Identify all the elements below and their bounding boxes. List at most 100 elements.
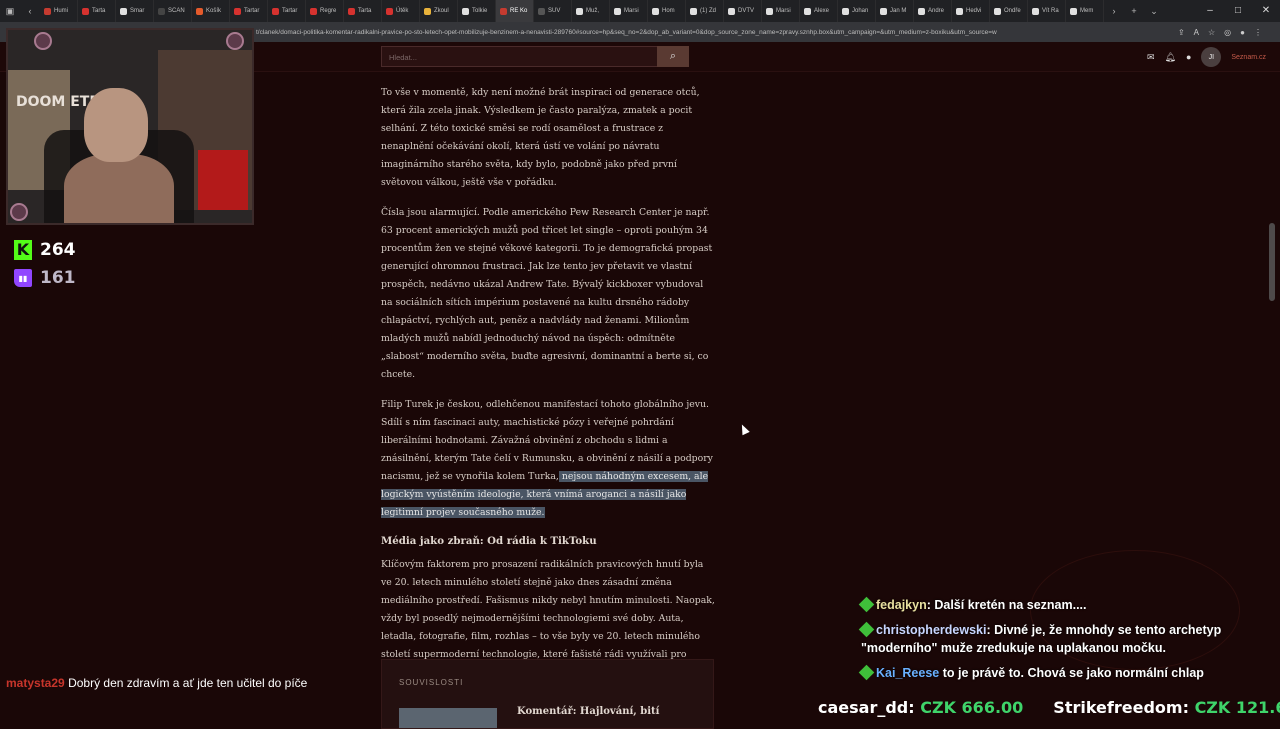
- browser-tab[interactable]: Andre: [914, 0, 952, 22]
- donor-name: caesar_dd:: [818, 698, 915, 717]
- related-thumbnail[interactable]: [399, 708, 497, 728]
- tab-label: Jan M: [890, 8, 907, 14]
- chat-text: Další kretén na seznam....: [934, 598, 1087, 612]
- browser-tab[interactable]: SCAN: [154, 0, 192, 22]
- browser-tab[interactable]: (1) Zd: [686, 0, 724, 22]
- webcam-overlay: DOOM ETERNAL: [6, 28, 254, 225]
- browser-tab[interactable]: Tarta: [78, 0, 116, 22]
- tab-favicon-icon: [576, 7, 583, 15]
- browser-tab[interactable]: Humi: [40, 0, 78, 22]
- browser-tab[interactable]: Marsi: [610, 0, 648, 22]
- search-icon: ⌕: [669, 50, 677, 62]
- tab-favicon-icon: [614, 7, 621, 15]
- share-icon[interactable]: ⇪: [1178, 28, 1185, 37]
- chat-username: fedajkyn: [876, 598, 927, 612]
- search-input[interactable]: Hledat...: [381, 46, 658, 67]
- tab-label: Smar: [130, 8, 145, 14]
- chat-message: fedajkyn: Další kretén na seznam....: [858, 596, 1276, 614]
- browser-tab[interactable]: SUV: [534, 0, 572, 22]
- tab-actions-icon[interactable]: ▣: [0, 6, 20, 17]
- tab-scroll-right-icon[interactable]: ›: [1104, 6, 1124, 16]
- browser-tab[interactable]: Jan M: [876, 0, 914, 22]
- article-paragraph: Filip Turek je českou, odlehčenou manife…: [381, 396, 717, 522]
- browser-tab[interactable]: Johan: [838, 0, 876, 22]
- section-heading: Média jako zbraň: Od rádia k TikToku: [381, 535, 597, 547]
- red-figure-image: [198, 150, 248, 210]
- browser-tab[interactable]: Hom: [648, 0, 686, 22]
- page-scrollbar[interactable]: [1269, 223, 1275, 301]
- chat-message: christopherdewski: Divné je, že mnohdy s…: [858, 621, 1276, 657]
- tab-label: Hedvi: [966, 8, 982, 14]
- bookmark-star-icon[interactable]: ☆: [1208, 28, 1215, 37]
- paragraph-text: Filip Turek je českou, odlehčenou manife…: [381, 399, 713, 482]
- donation-amount: CZK 121.61: [1194, 698, 1280, 717]
- browser-tab[interactable]: Tarta: [344, 0, 382, 22]
- tab-favicon-icon: [424, 7, 431, 15]
- tab-favicon-icon: [690, 7, 697, 15]
- browser-tab[interactable]: Vít Ra: [1028, 0, 1066, 22]
- browser-tab[interactable]: Muž,: [572, 0, 610, 22]
- extension-icon[interactable]: ◎: [1224, 28, 1231, 37]
- search-button[interactable]: ⌕: [657, 46, 689, 67]
- tab-label: (1) Zd: [700, 8, 717, 14]
- browser-tab[interactable]: DVTV: [724, 0, 762, 22]
- menu-kebab-icon[interactable]: ⋮: [1254, 28, 1262, 37]
- brand-link[interactable]: Seznam.cz: [1231, 54, 1266, 61]
- browser-tab[interactable]: Tartar: [268, 0, 306, 22]
- tab-favicon-icon: [804, 7, 811, 15]
- tab-label: Vít Ra: [1042, 8, 1059, 14]
- streamer-head: [84, 88, 148, 162]
- tab-favicon-icon: [766, 7, 773, 15]
- tab-favicon-icon: [120, 7, 127, 15]
- new-tab-icon[interactable]: +: [1124, 6, 1144, 16]
- browser-tab[interactable]: Hedvi: [952, 0, 990, 22]
- browser-tab[interactable]: RE Ko: [496, 0, 534, 22]
- tab-favicon-icon: [44, 7, 51, 15]
- article-paragraph: To vše v momentě, kdy není možné brát in…: [381, 87, 700, 188]
- toolbar-icons: ⇪ A ☆ ◎ ● ⋮: [1178, 28, 1262, 37]
- browser-tab[interactable]: Marsi: [762, 0, 800, 22]
- tab-favicon-icon: [1032, 7, 1039, 15]
- tab-scroll-left-icon[interactable]: ‹: [20, 6, 40, 16]
- url-text[interactable]: t/clanek/domaci-politika-komentar-radika…: [256, 29, 1060, 36]
- mail-icon[interactable]: ✉: [1147, 52, 1155, 63]
- header-actions: ✉ 🔔︎ ● JI Seznam.cz: [1147, 47, 1266, 67]
- translate-icon[interactable]: A: [1194, 28, 1199, 37]
- browser-tab[interactable]: Zkoul: [420, 0, 458, 22]
- chat-badge-icon: [858, 621, 875, 638]
- browser-tab[interactable]: Tolkie: [458, 0, 496, 22]
- browser-tab[interactable]: Regre: [306, 0, 344, 22]
- kick-counter: K 264: [14, 236, 76, 264]
- donor-name: Strikefreedom:: [1053, 698, 1189, 717]
- maximize-icon[interactable]: □: [1224, 0, 1252, 22]
- tab-search-icon[interactable]: ⌄: [1144, 6, 1164, 17]
- bell-icon[interactable]: 🔔︎: [1165, 52, 1176, 63]
- chat-bubble-icon[interactable]: ●: [1186, 52, 1191, 62]
- browser-tab[interactable]: Tartar: [230, 0, 268, 22]
- browser-tab[interactable]: Mem: [1066, 0, 1104, 22]
- minimize-icon[interactable]: –: [1196, 0, 1224, 22]
- profile-icon[interactable]: ●: [1240, 28, 1245, 37]
- article-paragraph: Čísla jsou alarmující. Podle amerického …: [381, 207, 713, 380]
- browser-tab[interactable]: Alexe: [800, 0, 838, 22]
- tab-favicon-icon: [158, 7, 165, 15]
- tab-label: Košík: [206, 8, 222, 14]
- twitch-viewer-count: 161: [40, 268, 76, 288]
- chat-username: Kai_Reese: [876, 666, 940, 680]
- related-article-link[interactable]: Komentář: Hajlování, bití: [517, 706, 659, 717]
- donation-entry: caesar_dd: CZK 666.00: [818, 698, 1023, 717]
- browser-tab[interactable]: Košík: [192, 0, 230, 22]
- tab-label: Zkoul: [434, 8, 449, 14]
- browser-tab[interactable]: Útěk: [382, 0, 420, 22]
- window-controls: – □ ✕: [1196, 0, 1280, 22]
- tab-favicon-icon: [728, 7, 735, 15]
- browser-tab[interactable]: Ondře: [990, 0, 1028, 22]
- kick-viewer-count: 264: [40, 240, 76, 260]
- donation-entry: Strikefreedom: CZK 121.61: [1053, 698, 1280, 717]
- browser-tab[interactable]: Smar: [116, 0, 154, 22]
- frame-ornament-icon: [226, 32, 244, 50]
- close-icon[interactable]: ✕: [1252, 0, 1280, 22]
- avatar[interactable]: JI: [1201, 47, 1222, 67]
- chat-message: matysta29 Dobrý den zdravím a ať jde ten…: [6, 676, 307, 690]
- frame-ornament-icon: [34, 32, 52, 50]
